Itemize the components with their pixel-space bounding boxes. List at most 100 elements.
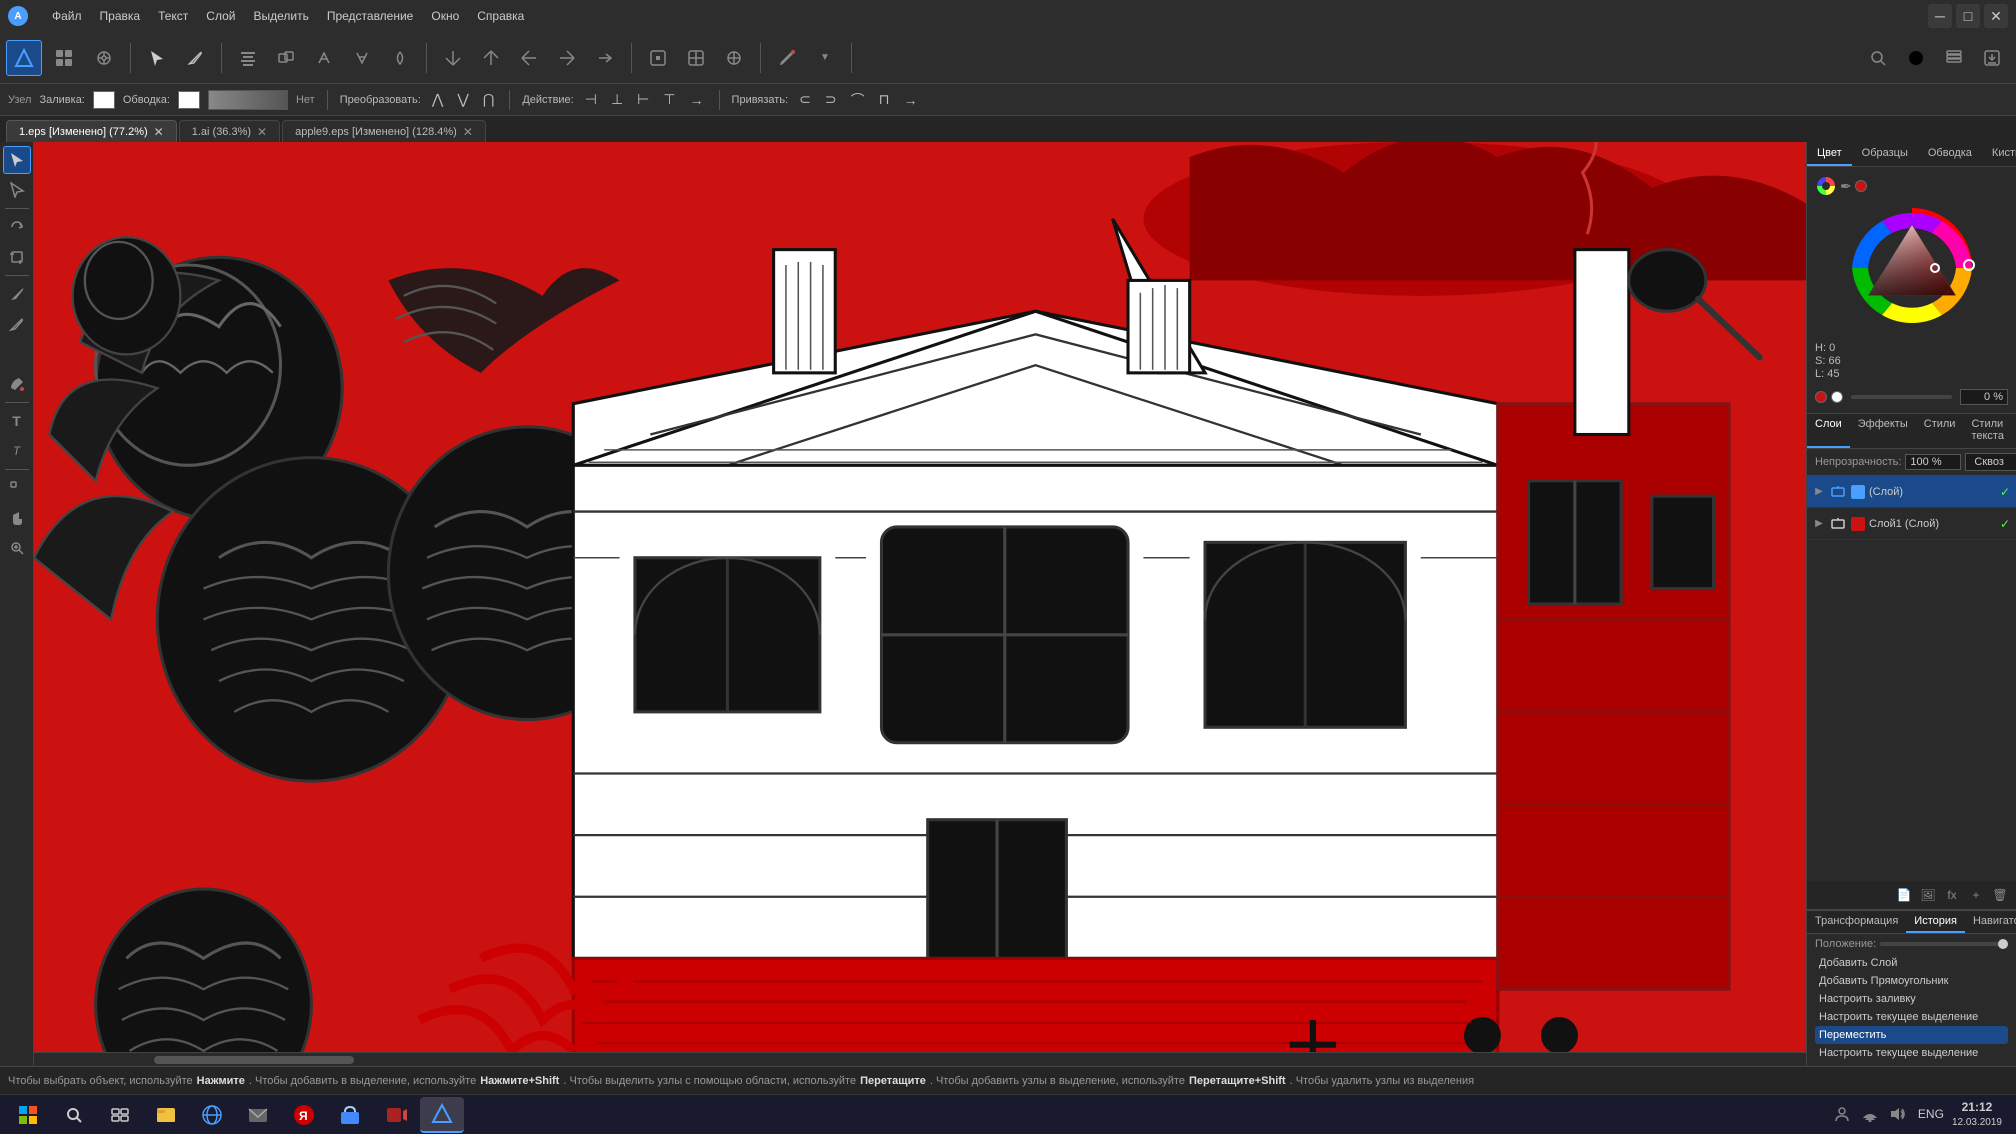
toolbar-arrange-btn[interactable] [268,40,304,76]
panel-fx-icon[interactable]: fx [1942,885,1962,905]
tool-fill[interactable] [3,370,31,398]
taskbar-time[interactable]: 21:12 12.03.2019 [1952,1099,2002,1130]
stroke-tab[interactable]: Обводка [1918,142,1982,166]
effects-tab[interactable]: Эффекты [1850,414,1916,448]
layer-item-2[interactable]: ▶ Слой1 (Слой) ✓ [1807,508,2016,540]
toolbar-logo-btn[interactable] [6,40,42,76]
tool-crop[interactable] [3,243,31,271]
tool-brush[interactable] [3,340,31,368]
toolbar-action3-btn[interactable] [511,40,547,76]
close-button[interactable]: ✕ [1984,4,2008,28]
taskbar-explorer-btn[interactable] [144,1097,188,1133]
color-dot-white[interactable] [1831,391,1843,403]
toolbar-transform2-btn[interactable] [344,40,380,76]
transform-icon-1[interactable]: ⋀ [429,89,446,110]
history-item-3[interactable]: Настроить текущее выделение [1815,1008,2008,1026]
styles-tab[interactable]: Стили [1916,414,1964,448]
toolbar-snap1-btn[interactable] [640,40,676,76]
tool-rotate[interactable] [3,213,31,241]
toolbar-action4-btn[interactable] [549,40,585,76]
taskbar-video-btn[interactable] [374,1097,418,1133]
taskbar-lang[interactable]: ENG [1918,1107,1944,1121]
toolbar-search-btn[interactable] [1860,40,1896,76]
tool-text2[interactable]: T [3,437,31,465]
toolbar-brush-dropdown-btn[interactable]: ▼ [807,40,843,76]
tab-1-close[interactable]: ✕ [154,125,164,139]
toolbar-align-btn[interactable] [230,40,266,76]
start-button[interactable] [6,1097,50,1133]
maximize-button[interactable]: □ [1956,4,1980,28]
taskbar-network-icon[interactable] [1858,1100,1882,1128]
fill-swatch[interactable] [93,91,115,109]
tool-subselect[interactable] [3,176,31,204]
text-styles-tab[interactable]: Стили текста [1963,414,2016,448]
transform-tab[interactable]: Трансформация [1807,911,1906,933]
menu-window[interactable]: Окно [423,5,467,27]
opacity-input[interactable]: 0 % [1960,389,2008,405]
taskbar-store-btn[interactable] [328,1097,372,1133]
tab-3-close[interactable]: ✕ [463,125,473,139]
history-slider[interactable] [1880,942,2008,946]
layer-expand-2[interactable]: ▶ [1813,518,1825,530]
history-item-4[interactable]: Переместить [1815,1026,2008,1044]
menu-edit[interactable]: Правка [92,5,149,27]
horizontal-scrollbar[interactable] [34,1052,1806,1066]
taskbar-mail-btn[interactable] [236,1097,280,1133]
blend-select[interactable]: Сквоз Обычный Умножение [1965,453,2016,471]
layer-visibility-2[interactable]: ✓ [2000,517,2010,531]
toolbar-share-btn[interactable] [86,40,122,76]
history-tab[interactable]: История [1906,911,1965,933]
brushes-tab[interactable]: Кисти [1982,142,2016,166]
minimize-button[interactable]: ─ [1928,4,1952,28]
navigator-tab[interactable]: Навигатор [1965,911,2016,933]
menu-file[interactable]: Файл [44,5,90,27]
tab-1[interactable]: 1.eps [Изменено] (77.2%) ✕ [6,120,177,142]
snap-icon-2[interactable]: ⊃ [822,89,840,110]
snap-icon-3[interactable]: ⌒ [848,88,868,112]
tool-zoom[interactable] [3,534,31,562]
color-tab[interactable]: Цвет [1807,142,1852,166]
taskbar-affinity-btn[interactable] [420,1097,464,1133]
action-icon-4[interactable]: ⊤ [660,89,678,110]
transform-icon-2[interactable]: ⋁ [454,89,471,110]
taskbar-yandex-btn[interactable]: Я [282,1097,326,1133]
taskbar-search-button[interactable] [52,1097,96,1133]
toolbar-action5-btn[interactable] [587,40,623,76]
toolbar-brush-btn[interactable] [769,40,805,76]
action-icon-1[interactable]: ⊣ [582,89,600,110]
toolbar-snap2-btn[interactable] [678,40,714,76]
panel-img-icon[interactable]: 🖼 [1918,885,1938,905]
snap-icon-1[interactable]: ⊂ [796,89,814,110]
action-icon-2[interactable]: ⊥ [608,89,626,110]
tool-pen[interactable] [3,280,31,308]
menu-layer[interactable]: Слой [198,5,243,27]
layer-expand-1[interactable]: ▶ [1813,486,1825,498]
toolbar-layers-btn[interactable] [1936,40,1972,76]
toolbar-color-picker-btn[interactable] [1898,40,1934,76]
color-red-dot[interactable] [1855,180,1867,192]
taskbar-taskview-button[interactable] [98,1097,142,1133]
panel-doc-icon[interactable]: 📄 [1894,885,1914,905]
transform-icon-3[interactable]: ⋂ [480,89,497,110]
tool-text[interactable]: T [3,407,31,435]
tab-2[interactable]: 1.ai (36.3%) ✕ [179,120,280,142]
taskbar-globe-btn[interactable] [190,1097,234,1133]
taskbar-user-icon[interactable] [1830,1100,1854,1128]
toolbar-export-btn[interactable] [1974,40,2010,76]
swatches-tab[interactable]: Образцы [1852,142,1918,166]
toolbar-transform3-btn[interactable] [382,40,418,76]
menu-text[interactable]: Текст [150,5,196,27]
color-wheel-icon[interactable] [1815,175,1837,197]
taskbar-volume-icon[interactable] [1886,1100,1910,1128]
action-icon-3[interactable]: ⊢ [634,89,652,110]
layers-tab[interactable]: Слои [1807,414,1850,448]
layer-opacity-input[interactable]: 100 % [1905,454,1961,470]
stroke-swatch[interactable] [178,91,200,109]
tab-2-close[interactable]: ✕ [257,125,267,139]
toolbar-action1-btn[interactable] [435,40,471,76]
toolbar-action2-btn[interactable] [473,40,509,76]
snap-icon-5[interactable]: → [901,90,921,110]
snap-icon-4[interactable]: ⊓ [876,89,893,110]
panel-add-icon[interactable]: + [1966,885,1986,905]
stroke-width-slider[interactable] [208,90,288,110]
